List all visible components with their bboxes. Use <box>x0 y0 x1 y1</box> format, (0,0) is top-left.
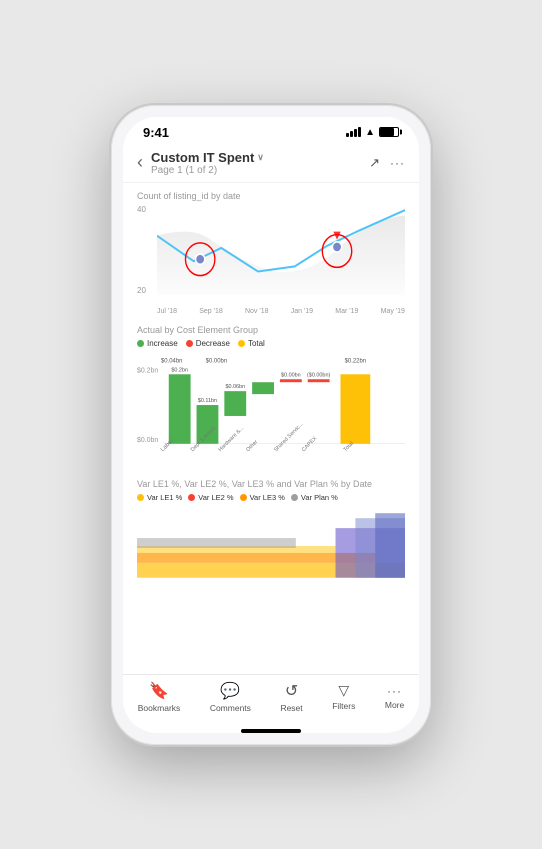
phone-device: 9:41 ▲ ‹ Custom IT Spent ∨ <box>111 105 431 745</box>
reset-icon: ↺ <box>285 681 298 701</box>
stacked-bar-chart <box>137 508 405 578</box>
signal-icon <box>346 127 361 137</box>
svg-text:CAPEX: CAPEX <box>301 435 319 453</box>
line-chart-container[interactable]: 40 20 <box>137 205 405 315</box>
header-title: Custom IT Spent ∨ <box>151 150 369 165</box>
bottom-chart-section: Var LE1 %, Var LE2 %, Var LE3 % and Var … <box>137 479 405 578</box>
data-point-1 <box>196 254 205 264</box>
svg-text:Other: Other <box>245 439 259 453</box>
legend-dot-total <box>238 340 245 347</box>
header-actions: ↗ ··· <box>369 155 405 171</box>
bookmarks-icon: 🔖 <box>149 681 169 701</box>
comments-icon: 💬 <box>220 681 240 701</box>
main-content: Count of listing_id by date 40 20 <box>123 183 419 674</box>
svg-text:Labor: Labor <box>160 438 175 453</box>
more-button[interactable]: ··· <box>390 156 405 170</box>
legend-decrease: Decrease <box>186 339 230 348</box>
dot-var-le1 <box>137 494 144 501</box>
x-axis-labels: Jul '18 Sep '18 Nov '18 Jan '19 Mar '19 … <box>157 308 405 315</box>
svg-text:$0.22bn: $0.22bn <box>345 358 366 364</box>
status-icons: ▲ <box>346 127 399 138</box>
svg-text:$0.11bn: $0.11bn <box>198 398 217 404</box>
waterfall-chart-section: Actual by Cost Element Group Increase De… <box>137 325 405 469</box>
waterfall-svg: $0.2bn $0.0bn $0.04bn $0.00bn $0.22bn La… <box>137 354 405 469</box>
legend-dot-increase <box>137 340 144 347</box>
title-chevron[interactable]: ∨ <box>257 152 264 163</box>
app-header: ‹ Custom IT Spent ∨ Page 1 (1 of 2) ↗ ··… <box>123 144 419 183</box>
svg-text:$0.0bn: $0.0bn <box>137 436 158 443</box>
home-indicator <box>241 729 301 733</box>
reset-label: Reset <box>280 703 302 713</box>
svg-text:$0.2bn: $0.2bn <box>137 367 158 374</box>
bottom-nav: 🔖 Bookmarks 💬 Comments ↺ Reset ▽ Filters… <box>123 674 419 725</box>
nav-reset[interactable]: ↺ Reset <box>280 681 302 713</box>
line-chart-svg <box>157 205 405 295</box>
svg-text:$0.00bn: $0.00bn <box>206 358 227 364</box>
svg-text:($0.00bn): ($0.00bn) <box>307 372 330 378</box>
wifi-icon: ▲ <box>365 127 375 138</box>
status-time: 9:41 <box>143 125 169 140</box>
legend-increase: Increase <box>137 339 178 348</box>
bottom-chart-legend: Var LE1 % Var LE2 % Var LE3 % Var Plan % <box>137 493 405 502</box>
legend-var-le2: Var LE2 % <box>188 493 233 502</box>
legend-var-le1: Var LE1 % <box>137 493 182 502</box>
svg-text:$0.00bn: $0.00bn <box>281 372 301 378</box>
waterfall-legend: Increase Decrease Total <box>137 339 405 348</box>
svg-text:$0.06bn: $0.06bn <box>225 384 245 390</box>
nav-filters[interactable]: ▽ Filters <box>332 682 355 711</box>
dot-var-le3 <box>240 494 247 501</box>
dot-var-le2 <box>188 494 195 501</box>
phone-screen: 9:41 ▲ ‹ Custom IT Spent ∨ <box>123 117 419 733</box>
legend-total: Total <box>238 339 265 348</box>
nav-more[interactable]: ··· More <box>385 684 404 710</box>
filters-icon: ▽ <box>338 682 349 699</box>
more-nav-icon: ··· <box>387 684 402 698</box>
bottom-chart-label: Var LE1 %, Var LE2 %, Var LE3 % and Var … <box>137 479 405 489</box>
svg-text:$0.2bn: $0.2bn <box>171 367 188 373</box>
dot-var-plan <box>291 494 298 501</box>
header-title-group: Custom IT Spent ∨ Page 1 (1 of 2) <box>151 150 369 176</box>
stacked-bar-svg <box>137 508 405 578</box>
data-point-2 <box>332 241 341 251</box>
battery-icon <box>379 127 399 137</box>
svg-text:Hardware &...: Hardware &... <box>218 425 246 453</box>
back-button[interactable]: ‹ <box>137 152 143 173</box>
chart-svg-area <box>157 205 405 295</box>
line-chart-label: Count of listing_id by date <box>137 191 405 201</box>
waterfall-chart-label: Actual by Cost Element Group <box>137 325 405 335</box>
header-subtitle: Page 1 (1 of 2) <box>151 165 369 176</box>
status-bar: 9:41 ▲ <box>123 117 419 144</box>
expand-button[interactable]: ↗ <box>369 155 380 171</box>
legend-var-plan: Var Plan % <box>291 493 338 502</box>
waterfall-chart-area: $0.2bn $0.0bn $0.04bn $0.00bn $0.22bn La… <box>137 354 405 469</box>
legend-dot-decrease <box>186 340 193 347</box>
legend-var-le3: Var LE3 % <box>240 493 285 502</box>
svg-text:$0.04bn: $0.04bn <box>161 358 182 364</box>
bookmarks-label: Bookmarks <box>138 703 181 713</box>
line-chart-section: Count of listing_id by date 40 20 <box>137 191 405 315</box>
filters-label: Filters <box>332 701 355 711</box>
more-label: More <box>385 700 404 710</box>
nav-bookmarks[interactable]: 🔖 Bookmarks <box>138 681 181 713</box>
y-axis: 40 20 <box>137 205 153 295</box>
nav-comments[interactable]: 💬 Comments <box>210 681 251 713</box>
comments-label: Comments <box>210 703 251 713</box>
